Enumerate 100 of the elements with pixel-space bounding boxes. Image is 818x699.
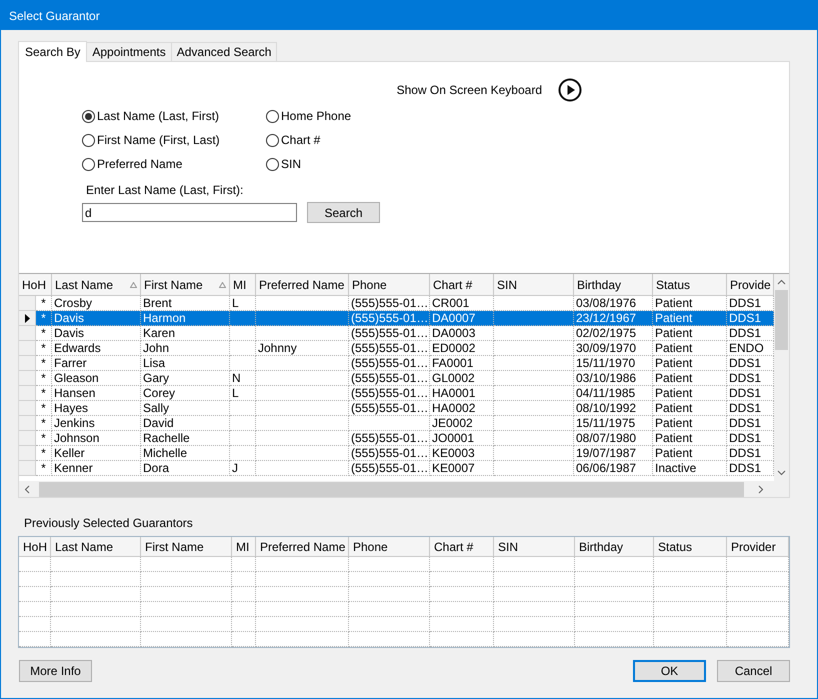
table-cell: Inactive xyxy=(653,461,727,476)
row-header[interactable] xyxy=(19,311,36,326)
table-cell: Johnson xyxy=(52,431,141,446)
table-cell: 03/10/1986 xyxy=(574,371,653,386)
table-cell: Patient xyxy=(653,386,727,401)
column-header[interactable]: Status xyxy=(653,274,727,296)
table-cell: DDS1 xyxy=(727,326,774,341)
dialog-button[interactable]: More Info xyxy=(19,660,92,682)
table-cell: CR001 xyxy=(430,296,494,311)
play-icon[interactable] xyxy=(558,78,582,102)
table-cell xyxy=(230,341,256,356)
table-cell: Patient xyxy=(653,416,727,431)
column-header[interactable]: Status xyxy=(654,537,727,557)
field-label: Enter Last Name (Last, First): xyxy=(86,183,244,197)
table-cell: * xyxy=(36,311,52,326)
column-header[interactable]: Birthday xyxy=(574,274,653,296)
column-header[interactable]: MI xyxy=(232,537,256,557)
radio-button[interactable] xyxy=(266,110,279,122)
table-cell: (555)555-01… xyxy=(349,326,430,341)
table-cell xyxy=(230,416,256,431)
table-cell xyxy=(430,572,494,587)
table-cell: * xyxy=(36,386,52,401)
table-cell: DDS1 xyxy=(727,416,774,431)
column-header[interactable]: Phone xyxy=(349,274,430,296)
table-cell xyxy=(19,587,51,602)
table-cell: Davis xyxy=(52,311,141,326)
table-cell: Patient xyxy=(653,356,727,371)
table-cell: ENDO xyxy=(727,341,774,356)
table-cell: 19/07/1987 xyxy=(574,446,653,461)
tab[interactable]: Appointments xyxy=(86,42,172,61)
radio-button[interactable] xyxy=(82,134,95,146)
tab[interactable]: Advanced Search xyxy=(170,42,278,61)
column-header[interactable]: Preferred Name xyxy=(256,274,349,296)
scroll-thumb[interactable] xyxy=(775,290,788,350)
column-header[interactable]: Chart # xyxy=(430,274,494,296)
table-cell xyxy=(19,572,51,587)
column-header[interactable]: Provide xyxy=(727,274,774,296)
radio-button[interactable] xyxy=(266,134,279,146)
column-header[interactable]: Provider xyxy=(727,537,789,557)
table-cell: KE0003 xyxy=(430,446,494,461)
column-header[interactable]: MI xyxy=(230,274,256,296)
table-cell xyxy=(430,632,494,647)
table-cell xyxy=(727,617,789,632)
column-header[interactable]: Last Name xyxy=(51,537,141,557)
table-cell xyxy=(430,557,494,572)
table-cell: FA0001 xyxy=(430,356,494,371)
table-cell xyxy=(232,572,256,587)
table-cell xyxy=(232,632,256,647)
table-cell: DDS1 xyxy=(727,356,774,371)
tab[interactable]: Search By xyxy=(18,41,88,62)
column-header[interactable]: First Name xyxy=(141,537,232,557)
radio-label: Preferred Name xyxy=(97,156,182,173)
table-cell xyxy=(232,602,256,617)
table-cell xyxy=(19,557,51,572)
table-cell: Karen xyxy=(141,326,230,341)
table-cell xyxy=(230,326,256,341)
table-cell: Lisa xyxy=(141,356,230,371)
column-header[interactable]: HoH xyxy=(19,537,51,557)
table-cell: DA0003 xyxy=(430,326,494,341)
table-cell: Farrer xyxy=(52,356,141,371)
table-cell: Patient xyxy=(653,446,727,461)
table-cell: 06/06/1987 xyxy=(574,461,653,476)
column-header[interactable]: Chart # xyxy=(430,537,494,557)
table-cell: (555)555-01… xyxy=(349,296,430,311)
column-header[interactable]: SIN xyxy=(494,274,574,296)
column-header[interactable]: First Name xyxy=(141,274,230,296)
table-cell: Patient xyxy=(653,431,727,446)
table-cell: (555)555-01… xyxy=(349,446,430,461)
radio-label: Last Name (Last, First) xyxy=(97,108,220,125)
search-button[interactable]: Search xyxy=(307,202,380,223)
dialog-button[interactable]: Cancel xyxy=(717,660,790,682)
table-cell: * xyxy=(36,341,52,356)
radio-button[interactable] xyxy=(266,158,279,170)
radio-label: First Name (First, Last) xyxy=(97,132,220,149)
column-header[interactable]: Preferred Name xyxy=(256,537,349,557)
table-cell: HA0002 xyxy=(430,401,494,416)
table-cell: 15/11/1970 xyxy=(574,356,653,371)
radio-button[interactable] xyxy=(82,110,95,122)
table-cell: 23/12/1967 xyxy=(574,311,653,326)
table-cell: Patient xyxy=(653,326,727,341)
table-cell: DDS1 xyxy=(727,296,774,311)
search-field[interactable]: d xyxy=(82,203,297,222)
table-cell: 08/10/1992 xyxy=(574,401,653,416)
table-cell: DDS1 xyxy=(727,431,774,446)
dialog-button[interactable]: OK xyxy=(633,660,706,682)
table-cell: L xyxy=(230,386,256,401)
table-cell xyxy=(19,617,51,632)
column-header[interactable]: Phone xyxy=(349,537,430,557)
column-header[interactable]: Last Name xyxy=(52,274,141,296)
table-cell: (555)555-01… xyxy=(349,431,430,446)
table-cell: John xyxy=(141,341,230,356)
column-header[interactable]: SIN xyxy=(494,537,575,557)
radio-button[interactable] xyxy=(82,158,95,170)
column-header[interactable]: HoH xyxy=(19,274,52,296)
table-cell: Patient xyxy=(653,401,727,416)
table-cell: (555)555-01… xyxy=(349,386,430,401)
table-cell xyxy=(230,446,256,461)
table-cell: (555)555-01… xyxy=(349,371,430,386)
column-header[interactable]: Birthday xyxy=(575,537,654,557)
table-cell: DDS1 xyxy=(727,446,774,461)
